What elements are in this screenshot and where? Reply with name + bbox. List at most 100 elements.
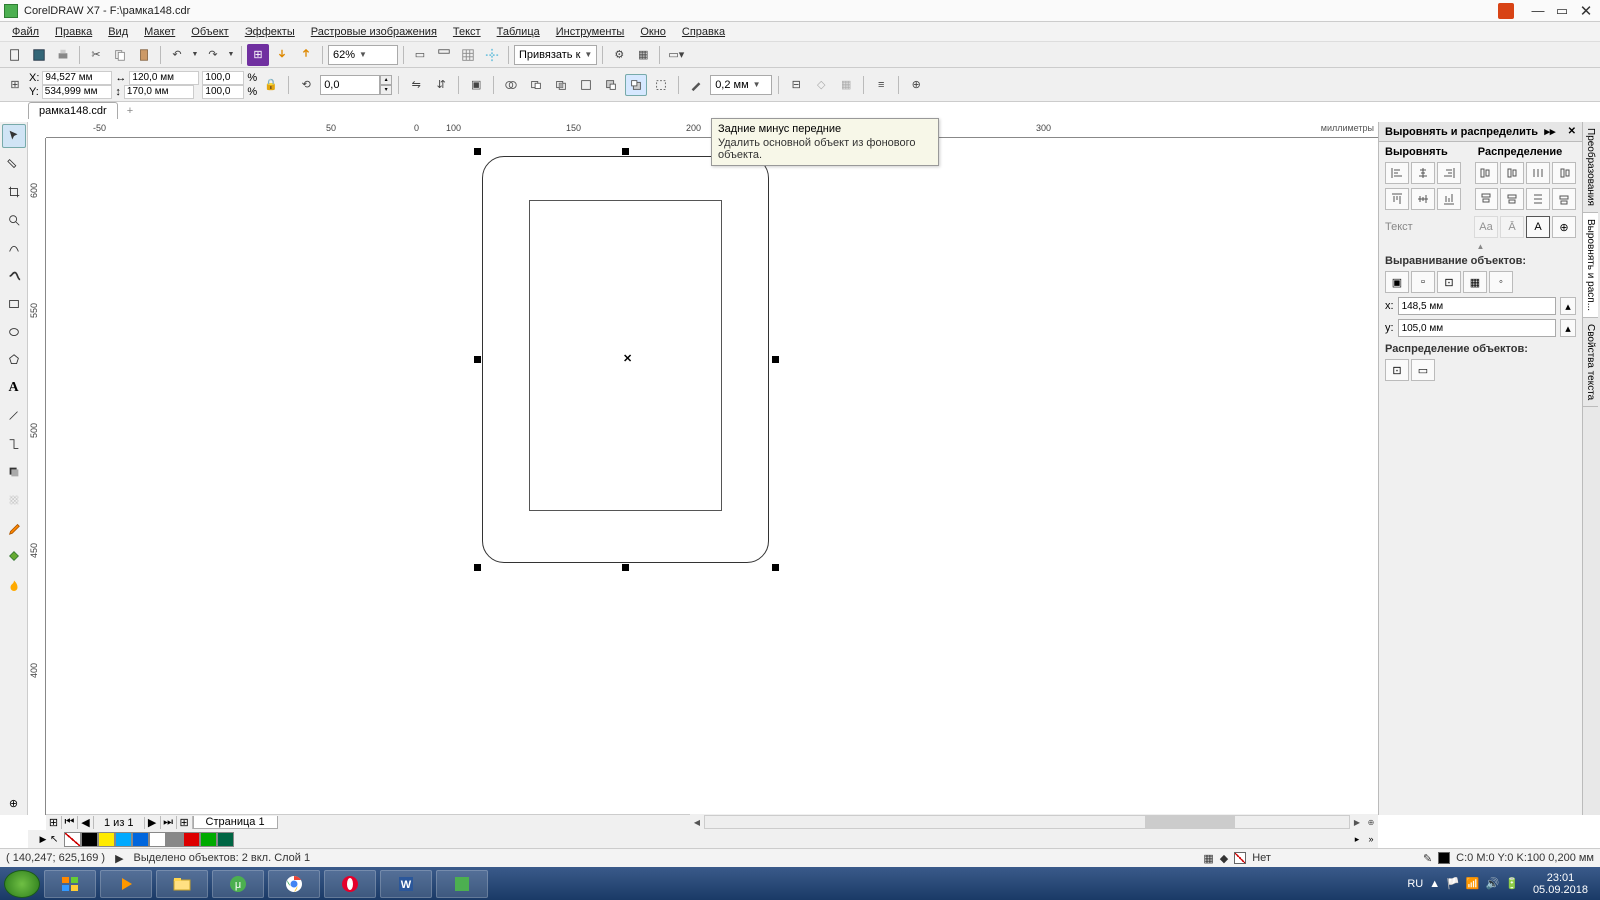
hscroll-thumb[interactable] <box>1145 816 1235 828</box>
last-page-button[interactable]: ⏭ <box>161 816 177 829</box>
close-button[interactable]: ✕ <box>1576 3 1596 19</box>
dist-page-button[interactable]: ▭ <box>1411 359 1435 381</box>
menu-window[interactable]: Окно <box>632 26 674 38</box>
taskbar-utorrent[interactable]: μ <box>212 870 264 898</box>
zoom-fit-icon[interactable]: ⊕ <box>1364 818 1378 827</box>
rotation-input[interactable]: ▴▾ <box>320 75 392 95</box>
taskbar-explorer[interactable] <box>156 870 208 898</box>
export-button[interactable] <box>295 44 317 66</box>
taskbar-item[interactable] <box>100 870 152 898</box>
taskbar-word[interactable]: W <box>380 870 432 898</box>
dist-bottom-button[interactable] <box>1552 188 1576 210</box>
selection-handle-tc[interactable] <box>622 148 629 155</box>
taskbar-item[interactable] <box>44 870 96 898</box>
convert-curves-button[interactable]: ◇ <box>810 74 832 96</box>
transparency-tool[interactable] <box>2 488 26 512</box>
taskbar-clock[interactable]: 23:01 05.09.2018 <box>1525 872 1596 896</box>
horizontal-scrollbar[interactable]: ◀ ▶ ⊕ <box>690 814 1378 830</box>
align-center-v-button[interactable] <box>1411 188 1435 210</box>
object-origin-icon[interactable]: ⊞ <box>4 74 26 96</box>
menu-table[interactable]: Таблица <box>489 26 548 38</box>
color-swatch[interactable] <box>200 832 217 847</box>
align-bottom-button[interactable] <box>1437 188 1461 210</box>
menu-effects[interactable]: Эффекты <box>237 26 303 38</box>
color-swatch[interactable] <box>217 832 234 847</box>
outline-width-combo[interactable]: 0,2 мм▼ <box>710 75 772 95</box>
y-input[interactable] <box>42 85 112 99</box>
align-top-button[interactable] <box>1385 188 1409 210</box>
redo-dropdown[interactable]: ▼ <box>226 44 236 66</box>
battery-icon[interactable]: 🔋 <box>1505 877 1519 890</box>
import-button[interactable] <box>271 44 293 66</box>
quick-customize-toolbox[interactable]: ⊕ <box>2 791 26 815</box>
welcome-button[interactable]: ▭▾ <box>665 44 687 66</box>
selection-handle-tl[interactable] <box>474 148 481 155</box>
artistic-media-tool[interactable] <box>2 264 26 288</box>
align-left-button[interactable] <box>1385 162 1409 184</box>
new-tab-button[interactable]: + <box>121 103 139 119</box>
y-spin-up[interactable]: ▴ <box>1560 319 1576 337</box>
polygon-tool[interactable] <box>2 348 26 372</box>
docker-tab-align[interactable]: Выровнять и расп... <box>1583 213 1598 318</box>
copy-button[interactable] <box>109 44 131 66</box>
align-right-button[interactable] <box>1437 162 1461 184</box>
palette-scroll-left[interactable]: ▶ <box>36 834 50 845</box>
outline-tool-icon[interactable]: ✎ <box>1423 852 1432 865</box>
taskbar-opera[interactable] <box>324 870 376 898</box>
add-page-after-button[interactable]: ⊞ <box>177 816 193 829</box>
docker-tab-textprops[interactable]: Свойства текста <box>1583 318 1598 407</box>
menu-layout[interactable]: Макет <box>136 26 183 38</box>
text-tool[interactable]: A <box>2 376 26 400</box>
menu-object[interactable]: Объект <box>183 26 236 38</box>
edit-bitmap-button[interactable]: ▦ <box>835 74 857 96</box>
search-content-button[interactable]: ⊞ <box>247 44 269 66</box>
selection-handle-bc[interactable] <box>622 564 629 571</box>
color-swatch[interactable] <box>115 832 132 847</box>
x-input[interactable] <box>42 71 112 85</box>
y-coord-input[interactable] <box>1398 319 1556 337</box>
align-distribute-button[interactable]: ≡ <box>870 74 892 96</box>
tray-expand-icon[interactable]: ▲ <box>1429 878 1440 890</box>
text-baseline1-button[interactable]: Aa <box>1474 216 1498 238</box>
mirror-h-button[interactable]: ⇋ <box>405 74 427 96</box>
drop-shadow-tool[interactable] <box>2 460 26 484</box>
menu-file[interactable]: Файл <box>4 26 47 38</box>
lang-indicator[interactable]: RU <box>1407 878 1423 890</box>
text-baseline2-button[interactable]: Ā <box>1500 216 1524 238</box>
align-to-page-edge-button[interactable]: ▫ <box>1411 271 1435 293</box>
scroll-right-icon[interactable]: ▶ <box>1350 818 1364 827</box>
align-to-active-button[interactable]: ▣ <box>1385 271 1409 293</box>
fullscreen-button[interactable]: ▭ <box>409 44 431 66</box>
intersect-button[interactable] <box>550 74 572 96</box>
palette-scroll-right[interactable]: ▸ <box>1350 834 1364 845</box>
selection-handle-mr[interactable] <box>772 356 779 363</box>
zoom-combo[interactable]: 62%▼ <box>328 45 398 65</box>
rulers-button[interactable] <box>433 44 455 66</box>
outline-color-swatch[interactable] <box>1438 852 1450 864</box>
color-swatch[interactable] <box>98 832 115 847</box>
lock-ratio-button[interactable]: 🔒 <box>260 74 282 96</box>
parallel-dimension-tool[interactable] <box>2 404 26 428</box>
palette-expand[interactable]: » <box>1364 834 1378 844</box>
front-minus-back-button[interactable] <box>600 74 622 96</box>
align-to-point-button[interactable]: ◦ <box>1489 271 1513 293</box>
prev-page-button[interactable]: ◀ <box>78 816 94 829</box>
options-button[interactable]: ⚙ <box>608 44 630 66</box>
wrap-text-button[interactable]: ⊟ <box>785 74 807 96</box>
dist-center-v-button[interactable] <box>1500 188 1524 210</box>
color-swatch[interactable] <box>149 832 166 847</box>
quick-customize-button[interactable]: ⊕ <box>905 74 927 96</box>
fill-none-swatch[interactable] <box>1234 852 1246 864</box>
user-account-icon[interactable] <box>1498 3 1514 19</box>
freehand-tool[interactable] <box>2 236 26 260</box>
next-page-button[interactable]: ▶ <box>145 816 161 829</box>
save-button[interactable] <box>28 44 50 66</box>
grid-button[interactable] <box>457 44 479 66</box>
print-button[interactable] <box>52 44 74 66</box>
height-input[interactable] <box>124 85 194 99</box>
smart-fill-tool[interactable] <box>2 572 26 596</box>
dist-selection-button[interactable]: ⊡ <box>1385 359 1409 381</box>
scalex-input[interactable] <box>202 71 244 85</box>
taskbar-corel[interactable] <box>436 870 488 898</box>
weld-button[interactable] <box>500 74 522 96</box>
